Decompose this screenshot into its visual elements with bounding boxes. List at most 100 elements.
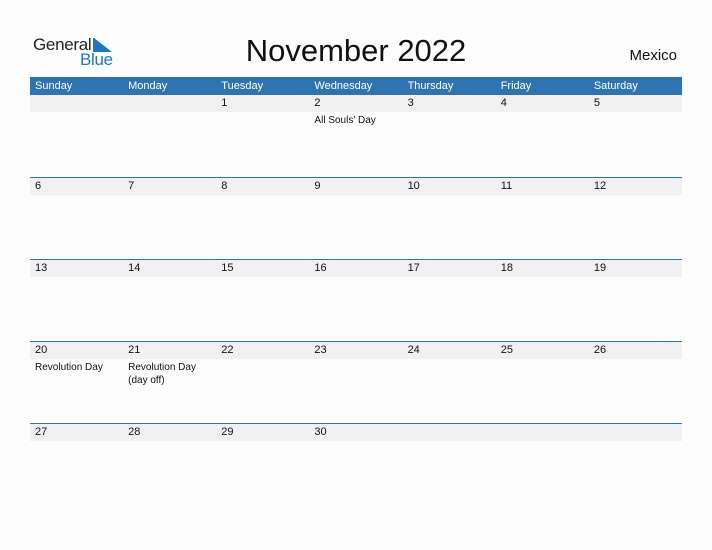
day-cell[interactable]: 3 <box>402 95 496 178</box>
day-number: 9 <box>309 178 403 195</box>
day-number: 23 <box>309 342 403 359</box>
day-cell[interactable]: 7 <box>123 177 217 260</box>
day-cell[interactable]: 16 <box>309 259 403 342</box>
day-number: 5 <box>588 95 682 112</box>
country-label: Mexico <box>629 47 677 64</box>
weekday-header: Wednesday <box>309 77 403 95</box>
week-row: 27 28 29 30 <box>30 423 682 505</box>
holiday-label <box>30 195 120 197</box>
day-cell[interactable]: 14 <box>123 259 217 342</box>
day-number: 27 <box>30 424 124 441</box>
holiday-label <box>496 359 586 361</box>
day-number: 22 <box>216 342 310 359</box>
day-number <box>402 424 496 441</box>
day-cell[interactable]: 5 <box>588 95 682 178</box>
holiday-label <box>403 441 493 443</box>
day-cell[interactable]: 15 <box>216 259 310 342</box>
day-cell[interactable]: 18 <box>495 259 589 342</box>
day-number: 20 <box>30 342 124 359</box>
day-cell[interactable]: 25 <box>495 341 589 424</box>
day-number: 21 <box>123 342 217 359</box>
weekday-header: Sunday <box>30 77 124 95</box>
holiday-label <box>496 441 586 443</box>
holiday-label <box>216 195 306 197</box>
day-number <box>588 424 682 441</box>
day-number: 25 <box>495 342 589 359</box>
weekday-header: Saturday <box>588 77 682 95</box>
day-cell[interactable] <box>588 423 682 505</box>
day-number: 8 <box>216 178 310 195</box>
day-cell[interactable]: 27 <box>30 423 124 505</box>
day-number: 18 <box>495 260 589 277</box>
day-number: 24 <box>402 342 496 359</box>
week-row: 1 2 All Souls' Day 3 4 5 <box>30 95 682 178</box>
day-cell[interactable]: 13 <box>30 259 124 342</box>
day-cell[interactable]: 6 <box>30 177 124 260</box>
holiday-label <box>30 112 120 114</box>
holiday-label <box>589 441 679 443</box>
day-cell[interactable]: 22 <box>216 341 310 424</box>
day-number: 19 <box>588 260 682 277</box>
day-cell[interactable]: 11 <box>495 177 589 260</box>
holiday-label <box>496 277 586 279</box>
day-cell[interactable]: 1 <box>216 95 310 178</box>
day-cell[interactable]: 20 Revolution Day <box>30 341 124 424</box>
day-cell[interactable]: 10 <box>402 177 496 260</box>
day-cell[interactable]: 26 <box>588 341 682 424</box>
calendar-grid: Sunday Monday Tuesday Wednesday Thursday… <box>30 77 682 505</box>
day-number: 10 <box>402 178 496 195</box>
holiday-label: All Souls' Day <box>314 115 376 126</box>
day-number: 7 <box>123 178 217 195</box>
day-cell[interactable] <box>123 95 217 178</box>
day-cell[interactable]: 23 <box>309 341 403 424</box>
day-cell[interactable]: 29 <box>216 423 310 505</box>
day-number: 28 <box>123 424 217 441</box>
holiday-label <box>309 195 399 197</box>
holiday-label <box>496 195 586 197</box>
day-number: 26 <box>588 342 682 359</box>
holiday-label <box>589 277 679 279</box>
weekday-header: Thursday <box>402 77 496 95</box>
day-cell[interactable]: 9 <box>309 177 403 260</box>
day-number: 12 <box>588 178 682 195</box>
holiday-label <box>403 277 493 279</box>
day-cell[interactable]: 30 <box>309 423 403 505</box>
day-number: 30 <box>309 424 403 441</box>
holiday-label <box>309 359 399 361</box>
day-number: 6 <box>30 178 124 195</box>
holiday-label <box>123 112 213 114</box>
holiday-label <box>123 277 213 279</box>
holiday-label <box>589 195 679 197</box>
day-cell[interactable]: 21 Revolution Day (day off) <box>123 341 217 424</box>
day-cell[interactable]: 28 <box>123 423 217 505</box>
holiday-label <box>309 277 399 279</box>
day-number: 4 <box>495 95 589 112</box>
day-number: 16 <box>309 260 403 277</box>
day-cell[interactable]: 2 All Souls' Day <box>309 95 403 178</box>
day-cell[interactable]: 12 <box>588 177 682 260</box>
day-cell[interactable]: 8 <box>216 177 310 260</box>
holiday-label <box>403 112 493 114</box>
day-cell[interactable]: 24 <box>402 341 496 424</box>
day-cell[interactable] <box>495 423 589 505</box>
holiday-label <box>216 112 306 114</box>
day-number <box>495 424 589 441</box>
day-number: 29 <box>216 424 310 441</box>
day-number <box>30 95 124 112</box>
day-cell[interactable]: 4 <box>495 95 589 178</box>
day-cell[interactable] <box>30 95 124 178</box>
holiday-label <box>216 359 306 361</box>
day-number: 15 <box>216 260 310 277</box>
week-row: 20 Revolution Day 21 Revolution Day (day of… <box>30 341 682 424</box>
holiday-label <box>30 277 120 279</box>
day-number <box>123 95 217 112</box>
day-cell[interactable]: 19 <box>588 259 682 342</box>
day-number: 2 <box>309 95 403 112</box>
day-cell[interactable]: 17 <box>402 259 496 342</box>
week-row: 6 7 8 9 10 11 12 <box>30 177 682 260</box>
day-cell[interactable] <box>402 423 496 505</box>
holiday-label <box>123 195 213 197</box>
day-number: 11 <box>495 178 589 195</box>
day-number: 1 <box>216 95 310 112</box>
holiday-label: Revolution Day <box>35 362 103 373</box>
